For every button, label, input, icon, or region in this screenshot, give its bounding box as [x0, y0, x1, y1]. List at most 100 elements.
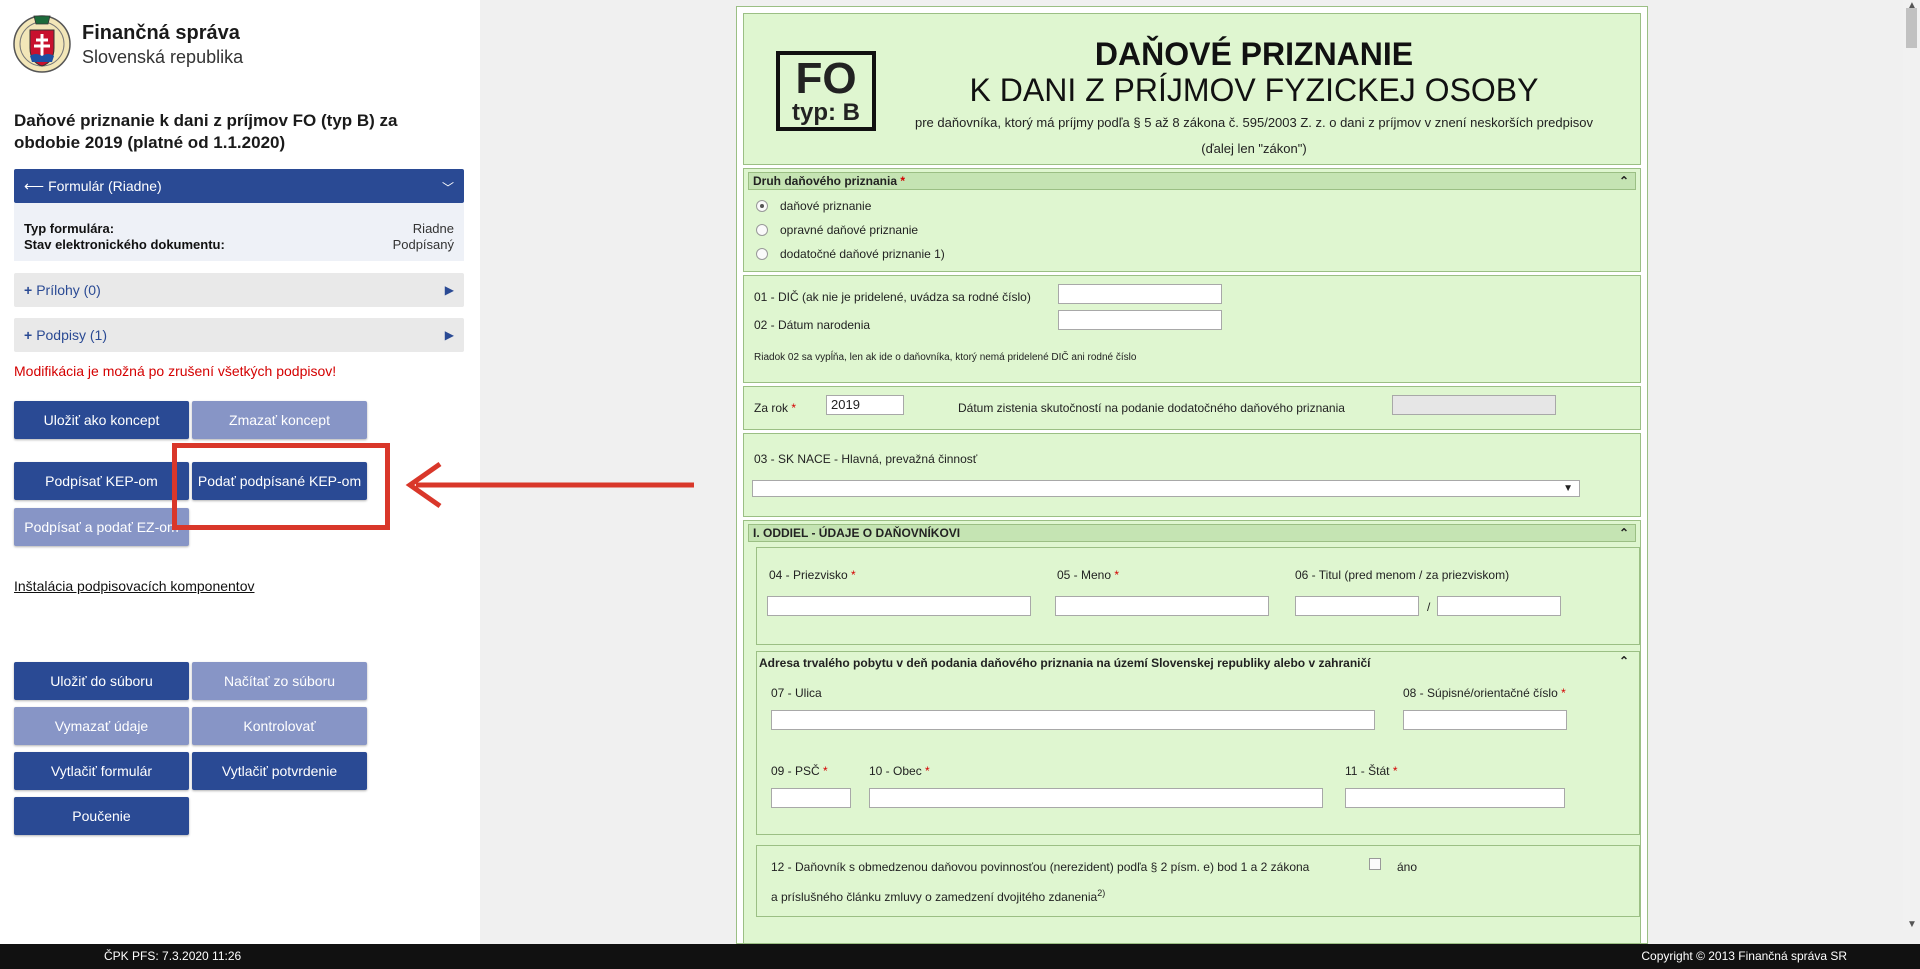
radio-label: dodatočné daňové priznanie 1) — [780, 247, 945, 261]
radio-button[interactable] — [756, 224, 768, 236]
radio-label: daňové priznanie — [780, 199, 872, 213]
attachments-label: Prílohy (0) — [36, 282, 101, 298]
radio-option-regular[interactable]: daňové priznanie — [756, 199, 871, 213]
radio-button[interactable] — [756, 200, 768, 212]
title-after-input[interactable] — [1437, 596, 1561, 616]
clear-data-button[interactable]: Vymazať údaje — [14, 707, 189, 745]
save-to-file-button[interactable]: Uložiť do súboru — [14, 662, 189, 700]
radio-label: opravné daňové priznanie — [780, 223, 919, 237]
form-panel-label: Formulár (Riadne) — [48, 178, 162, 194]
arrow-left-icon: ⟵ — [24, 177, 45, 194]
check-button[interactable]: Kontrolovať — [192, 707, 367, 745]
psc-label: 09 - PSČ * — [771, 764, 828, 778]
address-title: Adresa trvalého pobytu v deň podania daň… — [759, 656, 1371, 670]
section-1-header[interactable]: I. ODDIEL - ÚDAJE O DAŇOVNÍKOVI ⌃ — [748, 524, 1636, 542]
nonresident-box: 12 - Daňovník s obmedzenou daňovou povin… — [756, 845, 1640, 917]
nonresident-label: 12 - Daňovník s obmedzenou daňovou povin… — [771, 860, 1310, 874]
load-from-file-button[interactable]: Načítať zo súboru — [192, 662, 367, 700]
document-title: Daňové priznanie k dani z príjmov FO (ty… — [14, 111, 398, 152]
nace-select[interactable]: ▼ — [752, 480, 1580, 497]
attachments-panel-header[interactable]: + Prílohy (0) ▶ — [14, 273, 464, 307]
name-input[interactable] — [1055, 596, 1269, 616]
title-before-input[interactable] — [1295, 596, 1419, 616]
delete-draft-button[interactable]: Zmazať koncept — [192, 401, 367, 439]
psc-input[interactable] — [771, 788, 851, 808]
return-type-title: Druh daňového priznania — [753, 174, 898, 188]
save-draft-button[interactable]: Uložiť ako koncept — [14, 401, 189, 439]
yes-label: áno — [1397, 860, 1418, 874]
annotation-arrow-icon — [405, 461, 694, 509]
discovery-date-label: Dátum zistenia skutočností na podanie do… — [958, 401, 1345, 415]
document-status-key: Stav elektronického dokumentu: — [24, 237, 225, 252]
radio-option-additional[interactable]: dodatočné daňové priznanie 1) — [756, 247, 945, 261]
install-components-link[interactable]: Inštalácia podpisovacích komponentov — [14, 578, 254, 594]
street-input[interactable] — [771, 710, 1375, 730]
print-confirmation-button[interactable]: Vytlačiť potvrdenie — [192, 752, 367, 790]
birth-date-input[interactable] — [1058, 310, 1222, 330]
sign-submit-ez-button[interactable]: Podpísať a podať EZ-om — [14, 508, 189, 546]
number-label: 08 - Súpisné/orientačné číslo * — [1403, 686, 1566, 700]
number-input[interactable] — [1403, 710, 1567, 730]
state-label: 11 - Štát * — [1345, 764, 1398, 778]
nonresident-checkbox[interactable] — [1369, 858, 1381, 870]
title-separator: / — [1427, 600, 1431, 614]
form-type-value: Riadne — [412, 221, 454, 236]
street-label: 07 - Ulica — [771, 686, 822, 700]
scrollbar-thumb[interactable] — [1906, 8, 1917, 48]
state-input[interactable] — [1345, 788, 1565, 808]
coat-of-arms-icon — [13, 15, 71, 73]
dic-input[interactable] — [1058, 284, 1222, 304]
radio-option-corrective[interactable]: opravné daňové priznanie — [756, 223, 918, 237]
nace-section: 03 - SK NACE - Hlavná, prevažná činnosť … — [743, 433, 1641, 517]
birth-date-label: 02 - Dátum narodenia — [754, 318, 871, 332]
modification-warning: Modifikácia je možná po zrušení všetkých… — [14, 363, 337, 379]
instructions-button[interactable]: Poučenie — [14, 797, 189, 835]
title-label: 06 - Titul (pred menom / za priezviskom) — [1295, 568, 1510, 582]
caret-right-icon[interactable]: ▶ — [445, 283, 454, 297]
form-title: DAŇOVÉ PRIZNANIE — [1094, 36, 1414, 72]
plus-icon: + — [24, 282, 33, 298]
page-scrollbar[interactable]: ▲ ▼ — [1903, 0, 1920, 930]
print-form-button[interactable]: Vytlačiť formulár — [14, 752, 189, 790]
return-type-header[interactable]: Druh daňového priznania * ⌃ — [748, 172, 1636, 190]
section-1-title: I. ODDIEL - ÚDAJE O DAŇOVNÍKOVI — [753, 526, 961, 540]
form-header: FO typ: B DAŇOVÉ PRIZNANIE K DANI Z PRÍJ… — [743, 13, 1641, 165]
chevron-down-icon[interactable]: ﹀ — [442, 179, 454, 196]
document-status-value: Podpísaný — [392, 237, 454, 252]
dic-label: 01 - DIČ (ak nie je pridelené, uvádza sa… — [754, 290, 1031, 304]
signatures-panel-header[interactable]: + Podpisy (1) ▶ — [14, 318, 464, 352]
city-label: 10 - Obec * — [869, 764, 930, 778]
year-input[interactable]: 2019 — [826, 395, 904, 415]
form-subtitle: K DANI Z PRÍJMOV FYZICKEJ OSOBY — [969, 72, 1539, 108]
city-input[interactable] — [869, 788, 1323, 808]
scroll-down-icon[interactable]: ▼ — [1907, 919, 1917, 930]
sign-kep-button[interactable]: Podpísať KEP-om — [14, 462, 189, 500]
surname-input[interactable] — [767, 596, 1031, 616]
nonresident-label-2: a príslušného článku zmluvy o zamedzení … — [771, 888, 1106, 904]
caret-right-icon[interactable]: ▶ — [445, 328, 454, 342]
section-1-taxpayer: I. ODDIEL - ÚDAJE O DAŇOVNÍKOVI ⌃ 04 - P… — [743, 520, 1641, 943]
badge-type: typ: B — [792, 99, 860, 126]
return-type-section: Druh daňového priznania * ⌃ daňové prizn… — [743, 168, 1641, 272]
surname-label: 04 - Priezvisko * — [769, 568, 856, 582]
name-box: 04 - Priezvisko * 05 - Meno * 06 - Titul… — [756, 547, 1640, 645]
form-panel-body: Typ formulára: Riadne Stav elektronickéh… — [14, 203, 464, 261]
collapse-icon[interactable]: ⌃ — [1619, 525, 1629, 541]
collapse-icon[interactable]: ⌃ — [1619, 173, 1629, 189]
org-subtitle: Slovenská republika — [82, 47, 244, 67]
radio-button[interactable] — [756, 248, 768, 260]
discovery-date-input — [1392, 395, 1556, 415]
footer: ČPK PFS: 7.3.2020 11:26 Copyright © 2013… — [0, 944, 1920, 969]
collapse-icon[interactable]: ⌃ — [1619, 654, 1629, 668]
form-panel-header[interactable]: ⟵ Formulár (Riadne) ﹀ — [14, 169, 464, 203]
name-label: 05 - Meno * — [1057, 568, 1120, 582]
footer-version: ČPK PFS: 7.3.2020 11:26 — [104, 949, 242, 963]
year-label: Za rok * — [754, 401, 797, 415]
badge-fo: FO — [795, 54, 857, 103]
form-type-key: Typ formulára: — [24, 221, 115, 236]
plus-icon: + — [24, 327, 33, 343]
document-status-row: Stav elektronického dokumentu: Podpísaný — [24, 237, 454, 253]
tax-form: FO typ: B DAŇOVÉ PRIZNANIE K DANI Z PRÍJ… — [736, 6, 1648, 944]
form-description: pre daňovníka, ktorý má príjmy podľa § 5… — [915, 115, 1593, 156]
form-type-row: Typ formulára: Riadne — [24, 221, 454, 237]
